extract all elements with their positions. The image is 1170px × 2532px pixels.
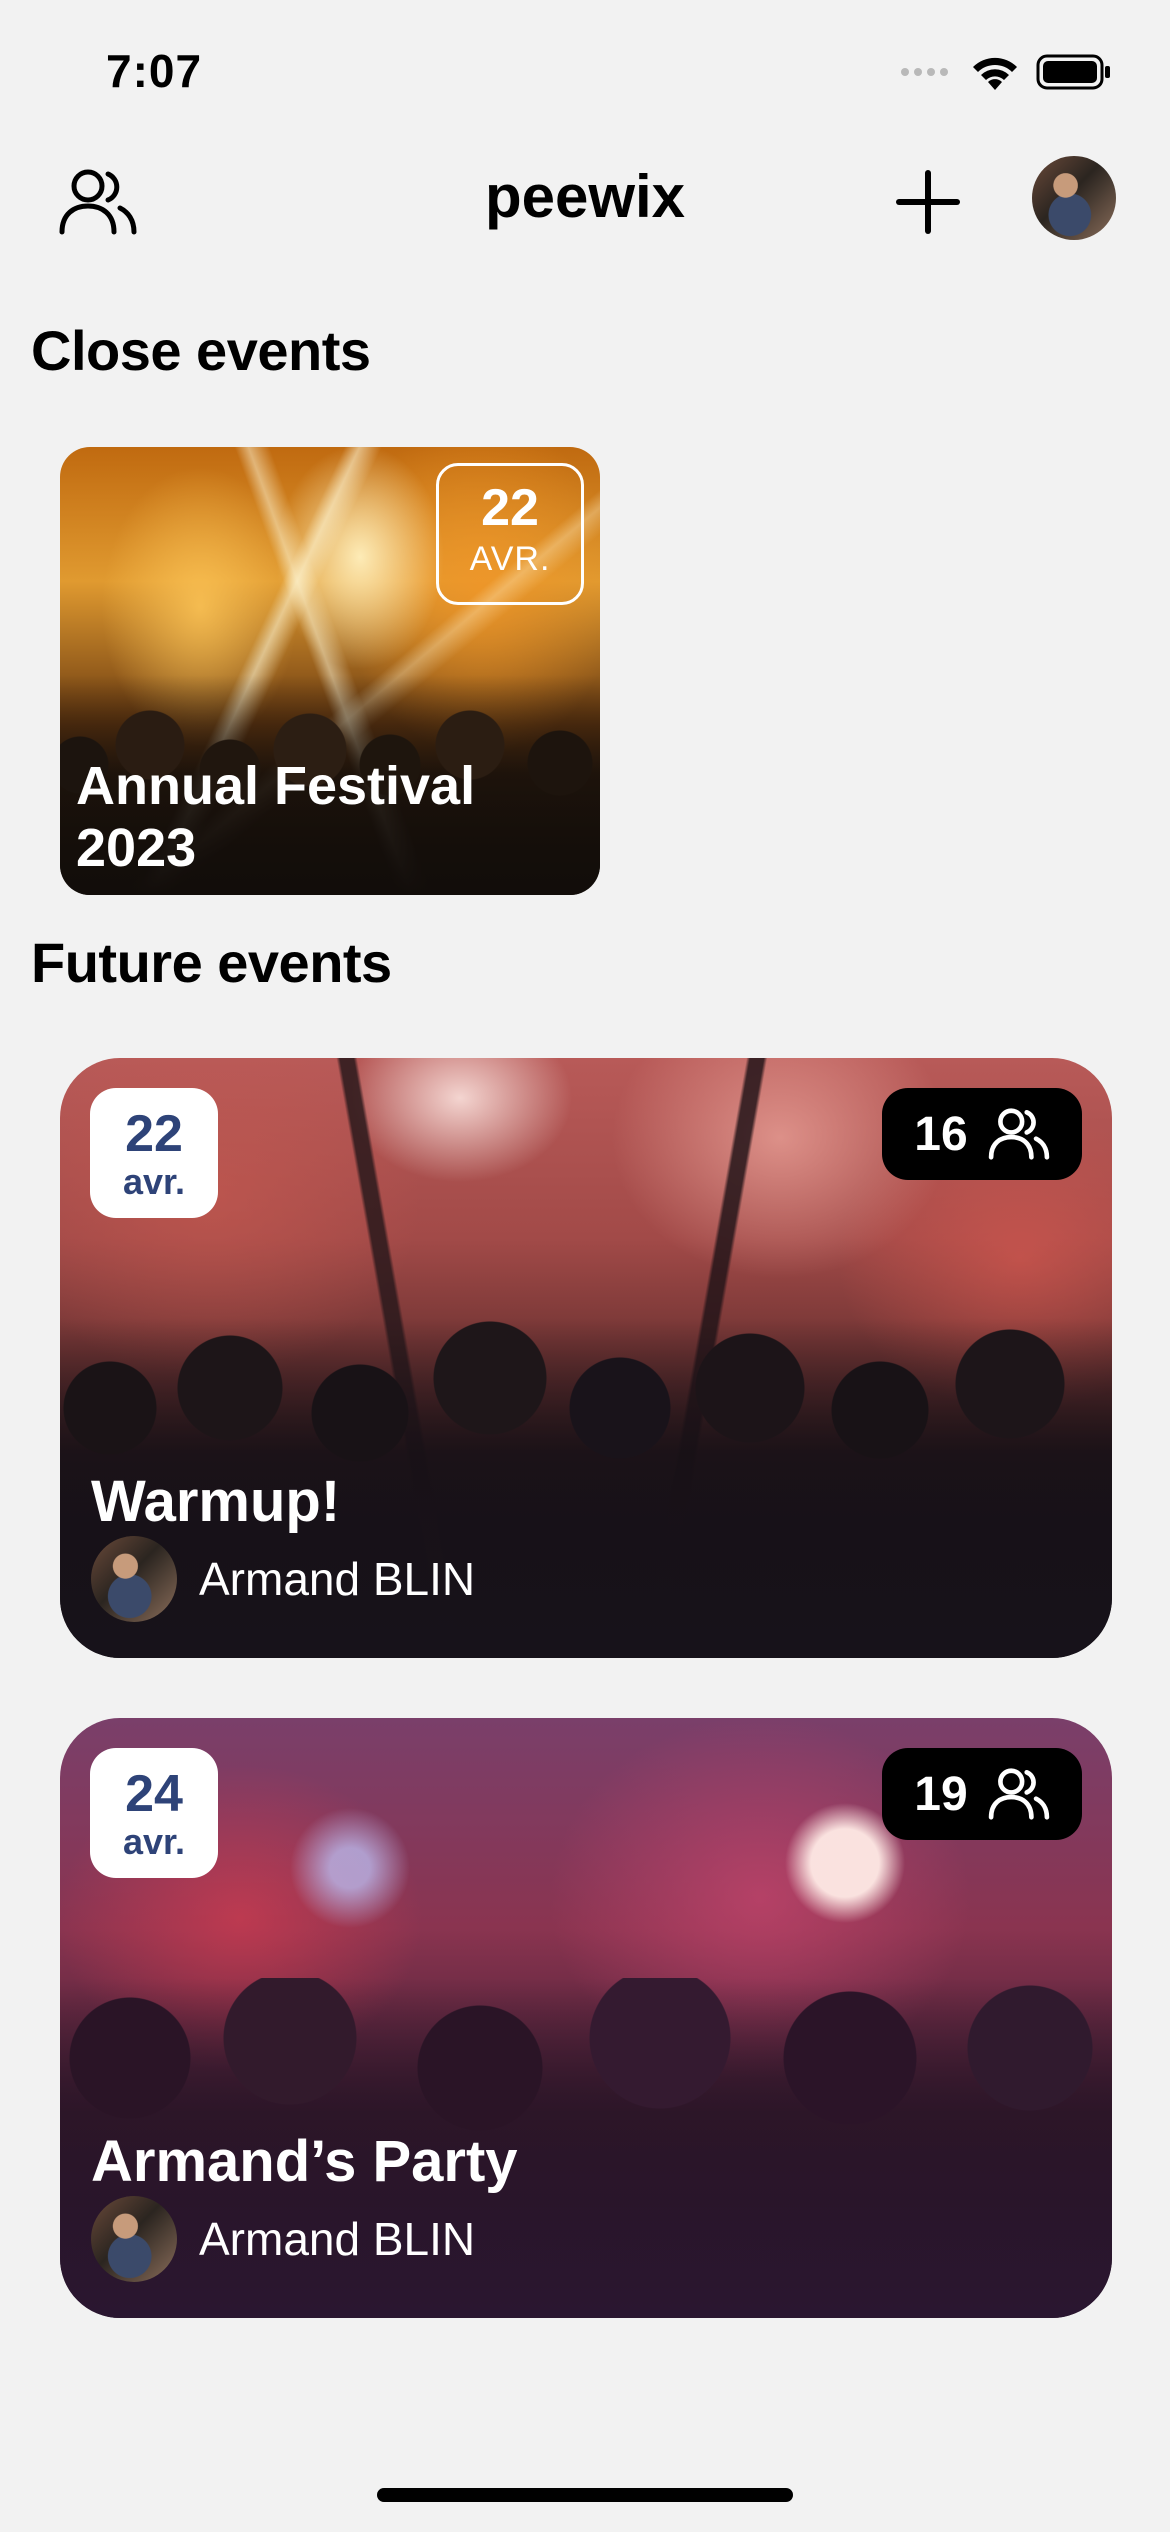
organizer-name: Armand BLIN: [199, 2213, 476, 2265]
wifi-icon: [973, 57, 1017, 90]
users-icon: [988, 1108, 1049, 1160]
attendee-count: 19: [914, 1767, 968, 1821]
status-bar: 7:07: [0, 0, 1170, 140]
profile-avatar[interactable]: [1032, 156, 1116, 240]
nav-bar: peewix: [0, 140, 1170, 260]
organizer-name: Armand BLIN: [199, 1553, 476, 1605]
add-event-button[interactable]: [888, 162, 968, 242]
close-event-card[interactable]: 22 AVR. Annual Festival 2023: [60, 447, 600, 895]
home-indicator[interactable]: [377, 2488, 793, 2502]
event-title: Annual Festival 2023: [76, 756, 476, 878]
future-event-card[interactable]: 24 avr. 19 Armand’s Party Armand BLIN: [60, 1718, 1112, 2318]
event-date-day: 22: [125, 1105, 183, 1163]
plus-icon: [896, 170, 960, 234]
battery-icon: [1036, 54, 1110, 90]
organizer-avatar: [91, 1536, 177, 1622]
event-organizer: Armand BLIN: [91, 1536, 475, 1622]
organizer-avatar: [91, 2196, 177, 2282]
event-date-day: 24: [125, 1765, 183, 1823]
app-title: peewix: [484, 163, 686, 230]
event-date-month: AVR.: [469, 540, 551, 578]
event-title: Warmup!: [91, 1469, 341, 1534]
attendee-count: 16: [914, 1107, 968, 1161]
event-date-badge: 24 avr.: [90, 1748, 218, 1878]
attendee-count-badge: 16: [882, 1088, 1082, 1180]
section-title-close-events: Close events: [31, 319, 371, 382]
status-time: 7:07: [106, 45, 203, 97]
attendee-count-badge: 19: [882, 1748, 1082, 1840]
cellular-signal-icon: [901, 68, 948, 76]
users-icon: [988, 1768, 1049, 1820]
section-title-future-events: Future events: [31, 931, 392, 994]
event-organizer: Armand BLIN: [91, 2196, 475, 2282]
event-date-day: 22: [481, 479, 539, 537]
future-event-card[interactable]: 22 avr. 16 Warmup! Armand BLIN: [60, 1058, 1112, 1658]
event-date-badge: 22 avr.: [90, 1088, 218, 1218]
status-icons: [901, 52, 1112, 92]
event-title: Armand’s Party: [91, 2129, 518, 2194]
event-date-badge: 22 AVR.: [436, 463, 584, 605]
event-date-month: avr.: [122, 1821, 186, 1862]
event-date-month: avr.: [122, 1161, 186, 1202]
